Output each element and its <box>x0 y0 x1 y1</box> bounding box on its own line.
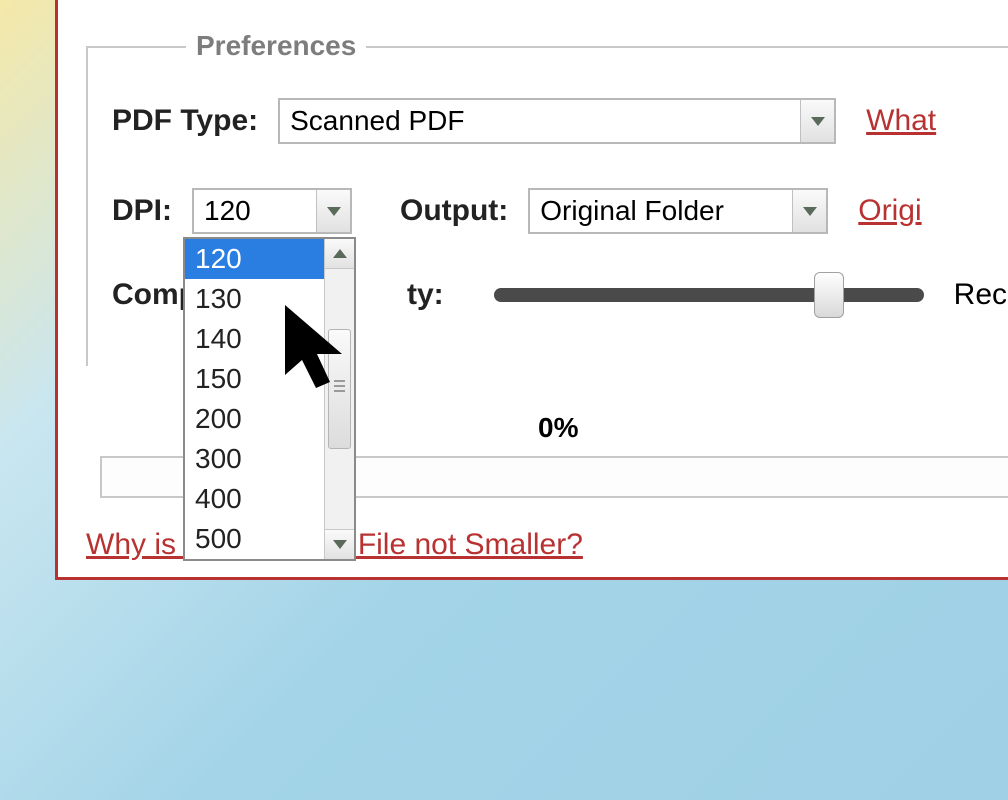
dpi-dropdown-button[interactable] <box>316 190 350 232</box>
output-label: Output: <box>400 194 508 228</box>
pdf-type-value: Scanned PDF <box>290 105 800 137</box>
quality-side-label: Recon <box>954 278 1008 312</box>
pdf-type-label: PDF Type: <box>112 104 258 138</box>
quality-slider-thumb[interactable] <box>814 272 844 318</box>
bottom-link-prefix: Why is <box>86 528 176 561</box>
output-dropdown-button[interactable] <box>792 190 826 232</box>
quality-slider[interactable] <box>494 288 924 302</box>
dpi-label: DPI: <box>112 194 172 228</box>
output-help-link[interactable]: Origi <box>858 194 921 228</box>
dpi-output-row: DPI: 120 Output: Original Folder Origi <box>112 188 922 234</box>
scroll-up-button[interactable] <box>325 239 354 269</box>
chevron-down-icon <box>811 117 825 126</box>
pdf-type-help-link[interactable]: What <box>866 104 936 138</box>
mouse-cursor-icon <box>280 300 360 400</box>
scroll-down-button[interactable] <box>325 529 354 559</box>
chevron-down-icon <box>333 540 347 549</box>
progress-label: 0% <box>538 412 578 444</box>
output-select[interactable]: Original Folder <box>528 188 828 234</box>
chevron-up-icon <box>333 249 347 258</box>
preferences-window: Preferences PDF Type: Scanned PDF What D… <box>55 0 1008 580</box>
quality-label-suffix: ty: <box>407 278 444 312</box>
chevron-down-icon <box>327 207 341 216</box>
preferences-legend: Preferences <box>186 30 366 62</box>
dpi-value: 120 <box>204 195 316 227</box>
pdf-type-row: PDF Type: Scanned PDF What <box>112 98 936 144</box>
pdf-type-select[interactable]: Scanned PDF <box>278 98 836 144</box>
dpi-select[interactable]: 120 <box>192 188 352 234</box>
pdf-type-dropdown-button[interactable] <box>800 100 834 142</box>
chevron-down-icon <box>803 207 817 216</box>
output-value: Original Folder <box>540 195 792 227</box>
